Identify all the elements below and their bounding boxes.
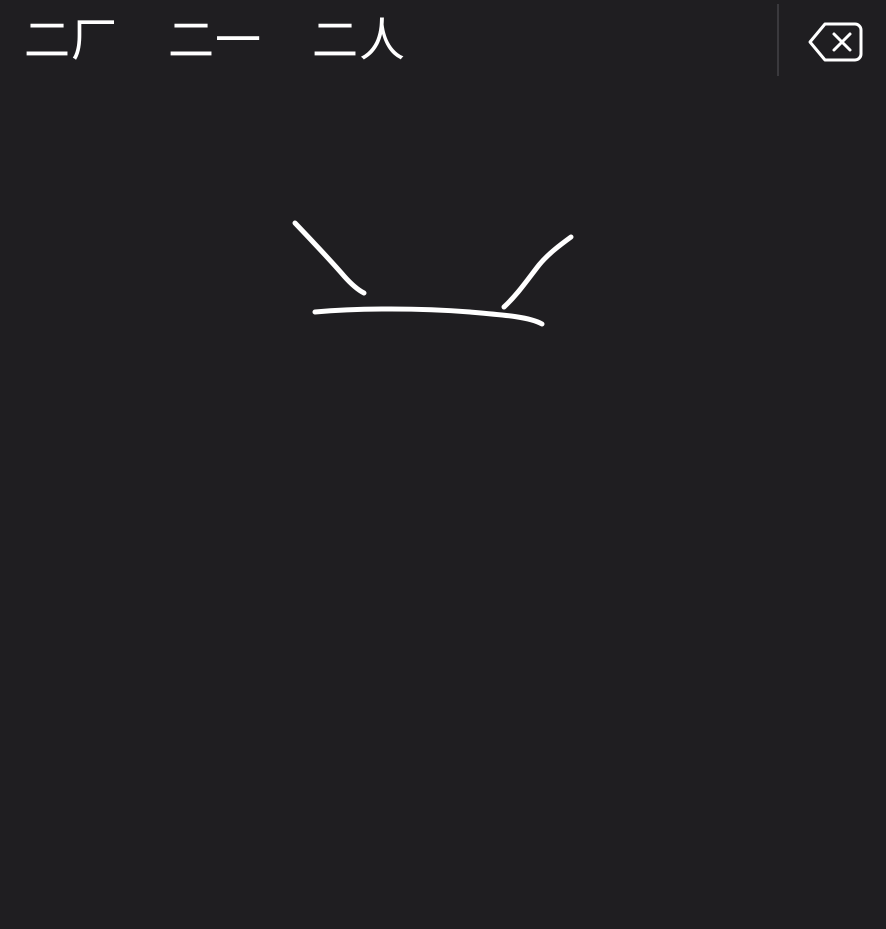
delete-button[interactable]	[800, 14, 870, 70]
candidate-item[interactable]: 二人	[312, 10, 406, 70]
candidate-item[interactable]: 二厂	[24, 10, 118, 70]
delete-backward-icon	[807, 21, 863, 63]
ink-stroke	[501, 234, 574, 310]
handwriting-canvas[interactable]	[0, 82, 886, 929]
ink-stroke	[312, 306, 545, 327]
candidate-bar: 二厂 二一 二人	[0, 0, 886, 82]
candidate-item[interactable]: 二一	[168, 10, 262, 70]
handwriting-keyboard: 二厂 二一 二人	[0, 0, 886, 929]
candidate-divider	[777, 4, 779, 76]
ink-stroke	[292, 220, 367, 296]
